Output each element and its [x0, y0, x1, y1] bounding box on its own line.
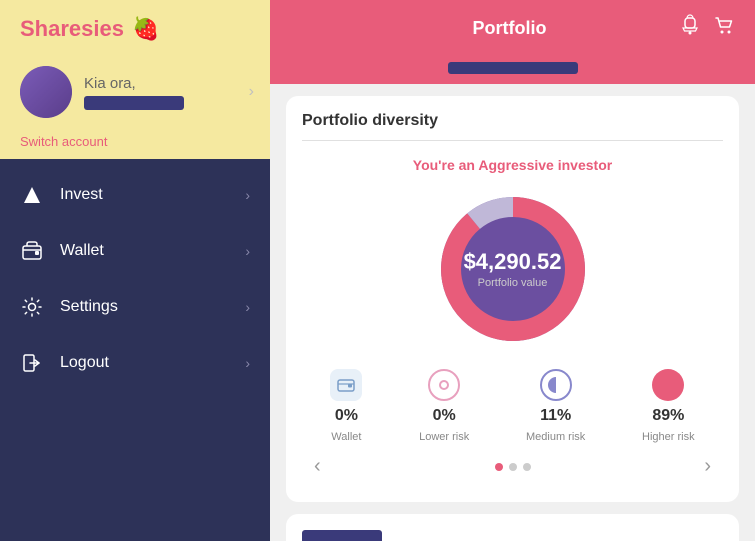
- sidebar-header: Sharesies 🍓: [0, 0, 270, 54]
- medium-risk-pct: 11%: [540, 407, 571, 425]
- notification-icon[interactable]: [679, 14, 701, 42]
- pagination: ‹ ›: [302, 443, 723, 486]
- investments-label-blurred: [302, 530, 382, 541]
- wallet-pct: 0%: [335, 407, 358, 425]
- header-title: Portfolio: [340, 18, 679, 39]
- avatar: [20, 66, 72, 118]
- sidebar-item-settings[interactable]: Settings ›: [0, 279, 270, 335]
- lower-risk-icon: [428, 369, 460, 401]
- wallet-label: Wallet: [331, 431, 361, 443]
- sidebar-logo: Sharesies 🍓: [20, 16, 159, 42]
- portfolio-value: $4,290.52: [464, 249, 562, 275]
- logo-icon: 🍓: [132, 16, 159, 42]
- logo-text: Sharesies: [20, 16, 124, 42]
- user-section[interactable]: Kia ora, ›: [0, 54, 270, 132]
- avatar-image: [20, 66, 72, 118]
- higher-risk-icon: [652, 369, 684, 401]
- lower-risk-pct: 0%: [433, 407, 456, 425]
- investor-suffix: investor: [554, 157, 612, 173]
- investor-type: Aggressive: [478, 157, 553, 173]
- invest-chevron: ›: [245, 187, 250, 203]
- alloc-medium-risk: 11% Medium risk: [526, 369, 585, 443]
- portfolio-value-label: Portfolio value: [464, 277, 562, 289]
- investor-type-text: You're an Aggressive investor: [302, 157, 723, 173]
- name-blurred: [448, 62, 578, 74]
- scroll-area[interactable]: Portfolio diversity You're an Aggressive…: [270, 84, 755, 541]
- section-title: Portfolio diversity: [302, 112, 723, 141]
- page-dot-3: [523, 463, 531, 471]
- allocation-row: 0% Wallet 0% Lower risk 11%: [302, 369, 723, 443]
- portfolio-diversity-card: Portfolio diversity You're an Aggressive…: [286, 96, 739, 502]
- name-bar: [270, 56, 755, 84]
- invest-icon: [20, 183, 44, 207]
- logout-icon: [20, 351, 44, 375]
- alloc-wallet: 0% Wallet: [330, 369, 362, 443]
- next-page-button[interactable]: ›: [696, 451, 719, 482]
- higher-risk-label: Higher risk: [642, 431, 695, 443]
- settings-icon: [20, 295, 44, 319]
- donut-center: $4,290.52 Portfolio value: [464, 249, 562, 289]
- settings-chevron: ›: [245, 299, 250, 315]
- user-info: Kia ora,: [84, 75, 250, 110]
- logout-chevron: ›: [245, 355, 250, 371]
- header-icons: [679, 14, 735, 42]
- lower-risk-label: Lower risk: [419, 431, 469, 443]
- sidebar-item-wallet[interactable]: Wallet ›: [0, 223, 270, 279]
- alloc-lower-risk: 0% Lower risk: [419, 369, 469, 443]
- wallet-chevron: ›: [245, 243, 250, 259]
- sidebar-item-logout-label: Logout: [60, 354, 229, 372]
- sidebar-item-logout[interactable]: Logout ›: [0, 335, 270, 391]
- user-section-arrow: ›: [249, 83, 254, 101]
- donut-chart-container: $4,290.52 Portfolio value: [302, 189, 723, 349]
- main-header: Portfolio: [270, 0, 755, 56]
- sidebar-item-invest[interactable]: Invest ›: [0, 167, 270, 223]
- sidebar-nav: Invest › Wallet ›: [0, 159, 270, 541]
- higher-risk-pct: 89%: [652, 407, 684, 425]
- page-dot-2: [509, 463, 517, 471]
- investments-section: [286, 514, 739, 541]
- medium-risk-icon: [540, 369, 572, 401]
- wallet-alloc-icon: [330, 369, 362, 401]
- donut-wrapper: $4,290.52 Portfolio value: [433, 189, 593, 349]
- wallet-nav-icon: [20, 239, 44, 263]
- sidebar-item-invest-label: Invest: [60, 186, 229, 204]
- sidebar-item-wallet-label: Wallet: [60, 242, 229, 260]
- main-content: Portfolio: [270, 0, 755, 541]
- user-greeting: Kia ora,: [84, 75, 250, 92]
- page-dots: [495, 463, 531, 471]
- user-name-blurred: [84, 96, 184, 110]
- switch-account-link[interactable]: Switch account: [0, 132, 270, 159]
- alloc-higher-risk: 89% Higher risk: [642, 369, 695, 443]
- sidebar: Sharesies 🍓 Kia ora, › Switch account In…: [0, 0, 270, 541]
- medium-risk-label: Medium risk: [526, 431, 585, 443]
- page-dot-1: [495, 463, 503, 471]
- prev-page-button[interactable]: ‹: [306, 451, 329, 482]
- investor-prefix: You're an: [413, 157, 479, 173]
- sidebar-item-settings-label: Settings: [60, 298, 229, 316]
- cart-icon[interactable]: [713, 14, 735, 42]
